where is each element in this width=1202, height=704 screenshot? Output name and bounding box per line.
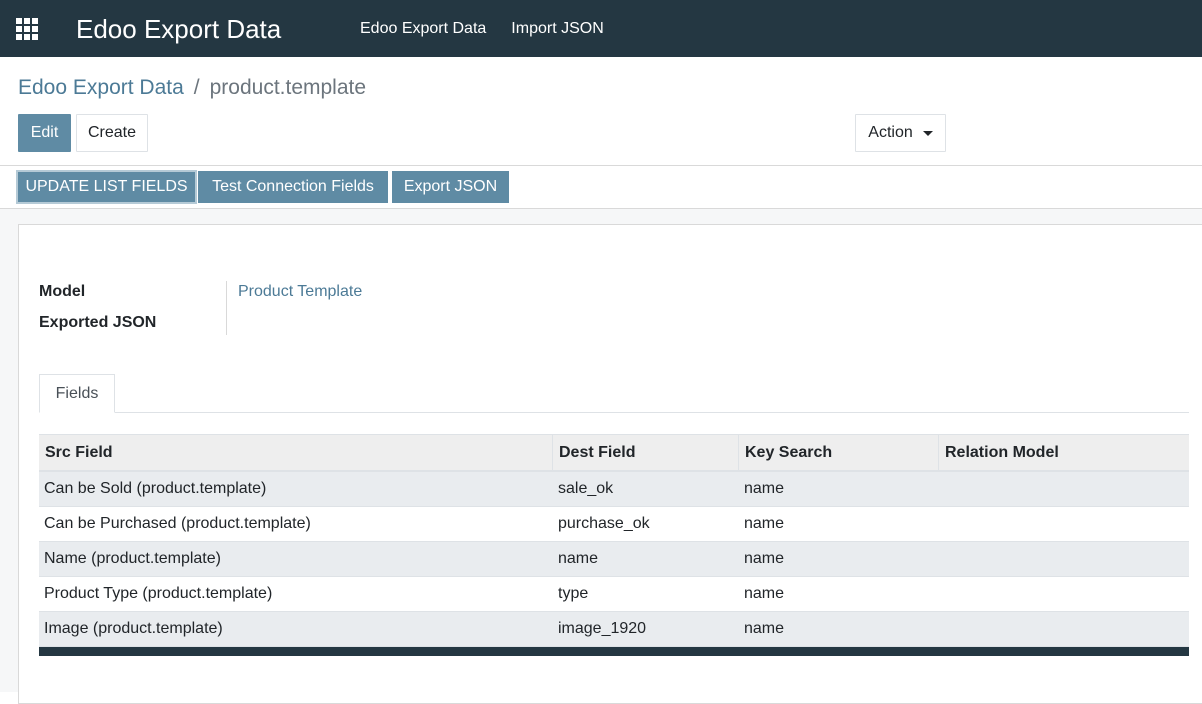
column-header-key-search[interactable]: Key Search [739, 435, 939, 470]
breadcrumb: Edoo Export Data / product.template [18, 74, 366, 102]
table-row[interactable]: Can be Sold (product.template) sale_ok n… [39, 472, 1189, 507]
breadcrumb-current: product.template [209, 76, 367, 99]
cell-src-field: Can be Sold (product.template) [44, 480, 267, 497]
edit-button[interactable]: Edit [18, 114, 71, 152]
export-json-button[interactable]: Export JSON [392, 171, 509, 203]
action-label: Action [868, 124, 913, 141]
cell-dest-field: image_1920 [558, 620, 647, 637]
app-brand[interactable]: Edoo Export Data [76, 12, 281, 46]
table-row[interactable]: Name (product.template) name name [39, 542, 1189, 577]
exported-json-label: Exported JSON [39, 314, 157, 331]
table-header: Src Field Dest Field Key Search Relation… [39, 434, 1189, 472]
breadcrumb-parent[interactable]: Edoo Export Data [18, 76, 184, 99]
column-header-src-field[interactable]: Src Field [39, 435, 553, 470]
breadcrumb-separator: / [193, 76, 200, 99]
cell-dest-field: name [558, 550, 599, 567]
table-row[interactable]: Image (product.template) image_1920 name [39, 612, 1189, 647]
column-header-dest-field[interactable]: Dest Field [553, 435, 739, 470]
create-button[interactable]: Create [76, 114, 148, 152]
cell-key-search: name [744, 515, 785, 532]
cell-key-search: name [744, 550, 785, 567]
cell-key-search: name [744, 480, 785, 497]
update-list-fields-button[interactable]: UPDATE LIST FIELDS [16, 170, 197, 204]
cell-src-field: Name (product.template) [44, 550, 221, 567]
cell-key-search: name [744, 620, 785, 637]
cell-src-field: Can be Purchased (product.template) [44, 515, 311, 532]
menu-item-export-data[interactable]: Edoo Export Data [360, 20, 486, 38]
action-dropdown-button[interactable]: Action [855, 114, 946, 152]
model-value-link[interactable]: Product Template [238, 283, 362, 301]
cell-dest-field: sale_ok [558, 480, 614, 497]
cell-dest-field: purchase_ok [558, 515, 650, 532]
caret-down-icon [922, 130, 933, 136]
tab-bar-line [39, 412, 1189, 413]
cell-src-field: Image (product.template) [44, 620, 223, 637]
label-divider [226, 281, 227, 335]
nav-menu: Edoo Export Data Import JSON [360, 0, 604, 57]
cell-src-field: Product Type (product.template) [44, 585, 273, 602]
cell-relation-model [939, 612, 1189, 646]
cell-relation-model [939, 507, 1189, 541]
apps-grid-icon[interactable] [16, 18, 38, 40]
cell-relation-model [939, 577, 1189, 611]
cell-key-search: name [744, 585, 785, 602]
cell-relation-model [939, 472, 1189, 506]
test-connection-fields-button[interactable]: Test Connection Fields [198, 171, 388, 203]
table-row[interactable]: Product Type (product.template) type nam… [39, 577, 1189, 612]
table-row[interactable]: Can be Purchased (product.template) purc… [39, 507, 1189, 542]
top-navbar: Edoo Export Data Edoo Export Data Import… [0, 0, 1202, 57]
column-header-relation-model[interactable]: Relation Model [939, 435, 1189, 470]
menu-item-import-json[interactable]: Import JSON [511, 20, 603, 38]
fields-table: Src Field Dest Field Key Search Relation… [39, 434, 1189, 656]
cell-dest-field: type [558, 585, 589, 602]
table-footer [39, 647, 1189, 656]
model-label: Model [39, 283, 86, 300]
tab-fields[interactable]: Fields [39, 374, 115, 413]
cell-relation-model [939, 542, 1189, 576]
